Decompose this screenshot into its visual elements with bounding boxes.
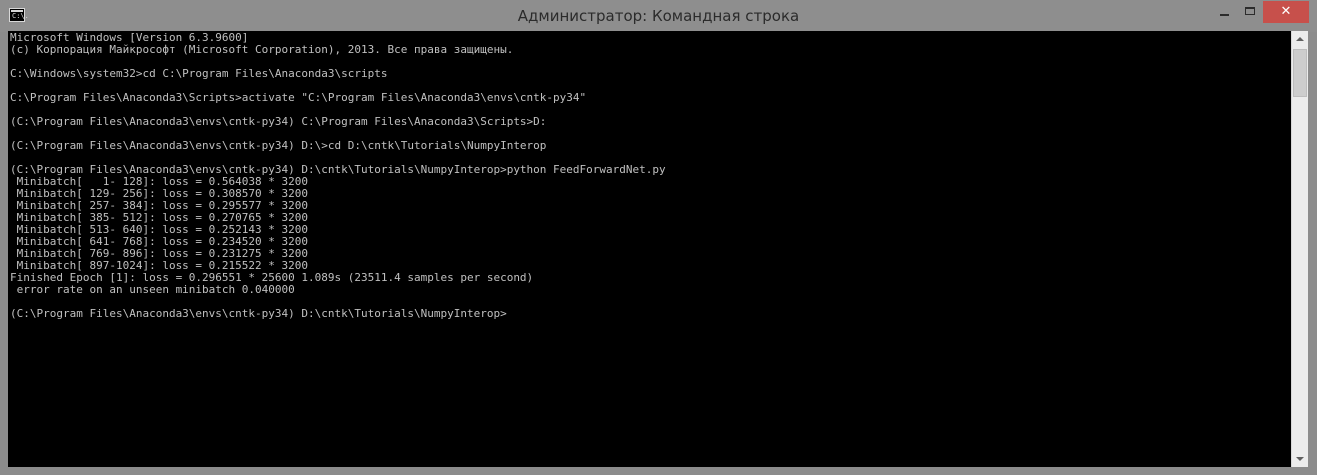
console-line: C:\Windows\system32>cd C:\Program Files\…	[10, 67, 388, 80]
console-text: Microsoft Windows [Version 6.3.9600] (c)…	[8, 31, 1291, 320]
close-icon: ✕	[1280, 4, 1292, 19]
console-line: (C:\Program Files\Anaconda3\envs\cntk-py…	[10, 115, 547, 128]
window-title: Администратор: Командная строка	[517, 7, 800, 25]
console-output[interactable]: Microsoft Windows [Version 6.3.9600] (c)…	[8, 31, 1291, 467]
scroll-up-arrow-icon[interactable]	[1292, 31, 1308, 48]
console-line: (C:\Program Files\Anaconda3\envs\cntk-py…	[10, 307, 507, 320]
title-bar[interactable]: C:\. Администратор: Командная строка ✕	[0, 0, 1317, 32]
scroll-down-arrow-icon[interactable]	[1292, 450, 1308, 467]
console-line: C:\Program Files\Anaconda3\Scripts>activ…	[10, 91, 587, 104]
scroll-thumb[interactable]	[1293, 49, 1307, 97]
vertical-scrollbar[interactable]	[1291, 31, 1308, 467]
command-prompt-window: C:\. Администратор: Командная строка ✕ M…	[0, 0, 1317, 475]
console-line: error rate on an unseen minibatch 0.0400…	[10, 283, 295, 296]
close-button[interactable]: ✕	[1263, 1, 1309, 23]
console-line: (c) Корпорация Майкрософт (Microsoft Cor…	[10, 43, 514, 56]
console-line: (C:\Program Files\Anaconda3\envs\cntk-py…	[10, 139, 547, 152]
maximize-button[interactable]	[1237, 1, 1263, 23]
minimize-button[interactable]	[1211, 1, 1237, 23]
